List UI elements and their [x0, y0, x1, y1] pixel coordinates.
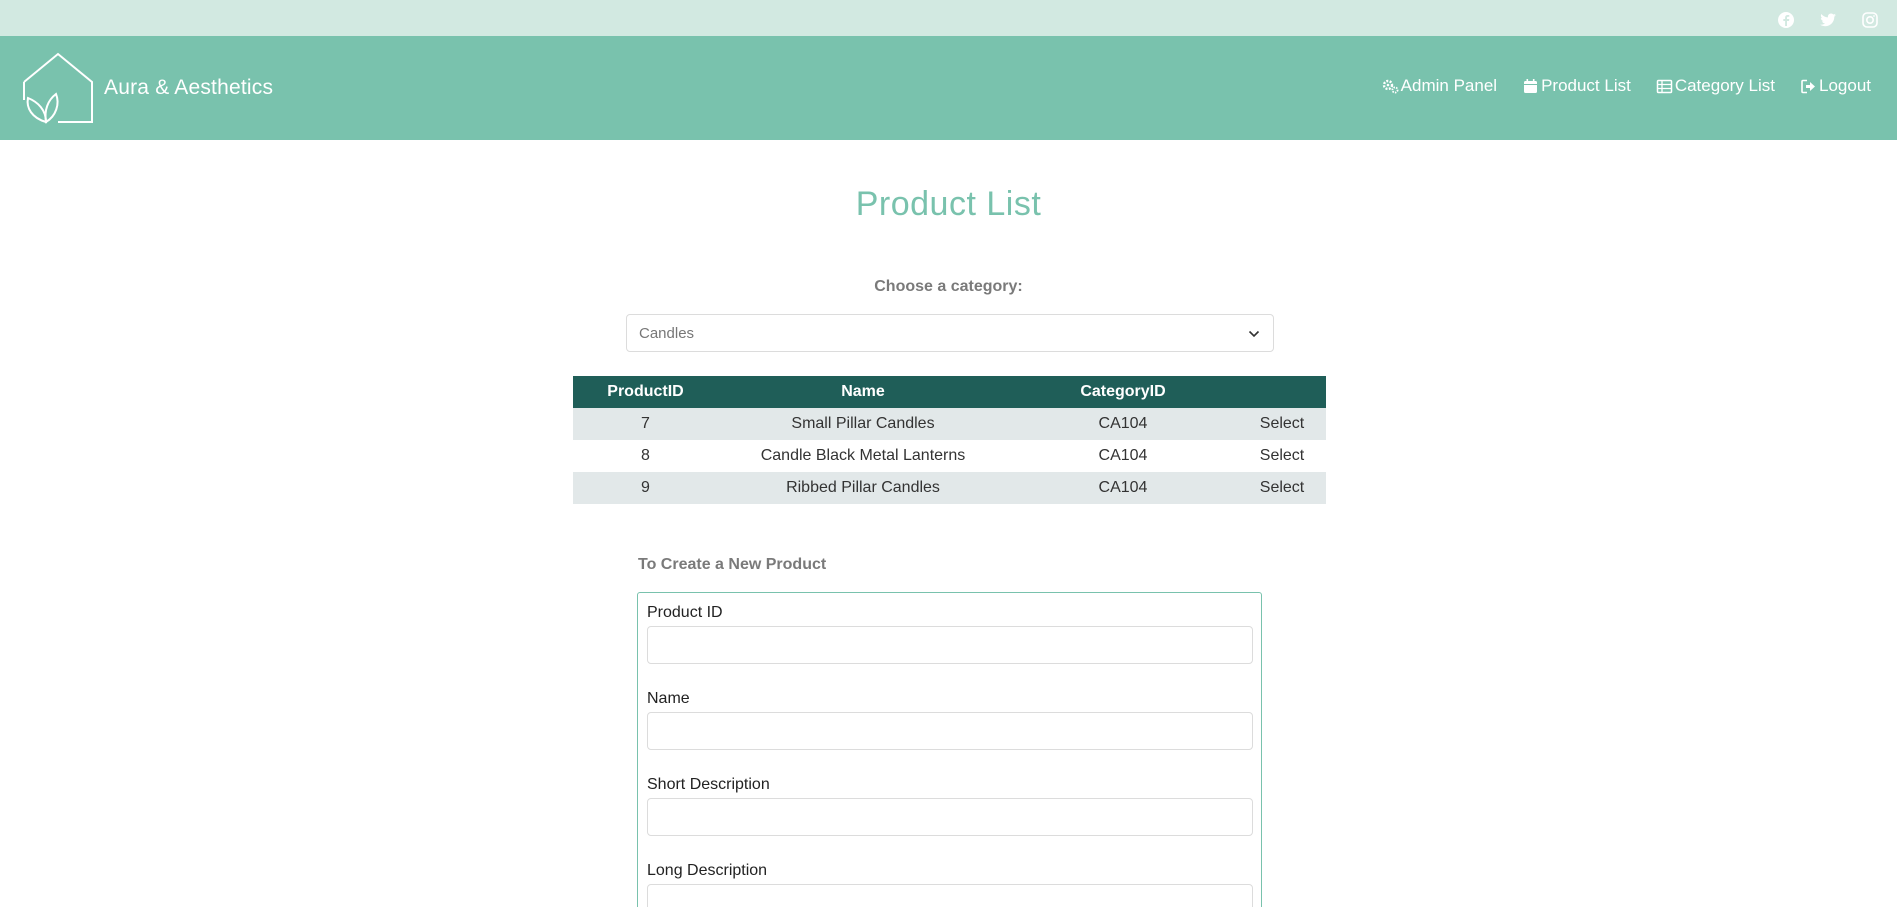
- cell-categoryid: CA104: [1008, 472, 1238, 504]
- house-leaf-logo: [23, 52, 93, 124]
- nav-admin-panel[interactable]: Admin Panel: [1382, 76, 1497, 96]
- product-table: ProductID Name CategoryID 7 Small Pillar…: [573, 376, 1326, 504]
- table-header-row: ProductID Name CategoryID: [573, 376, 1326, 408]
- table-row: 9 Ribbed Pillar Candles CA104 Select: [573, 472, 1326, 504]
- nav-label: Category List: [1674, 76, 1775, 95]
- category-select[interactable]: Candles: [626, 314, 1274, 352]
- calendar-icon: [1524, 78, 1538, 93]
- social-links: [1777, 11, 1879, 29]
- cell-productid: 7: [573, 408, 718, 440]
- cell-productid: 8: [573, 440, 718, 472]
- brand[interactable]: Aura & Aesthetics: [22, 52, 273, 124]
- product-id-input[interactable]: [647, 626, 1253, 664]
- main-nav: Admin Panel Product List Category List L…: [1382, 76, 1871, 96]
- cell-categoryid: CA104: [1008, 408, 1238, 440]
- page-title: Product List: [855, 185, 1042, 223]
- select-link[interactable]: Select: [1238, 472, 1326, 504]
- name-label: Name: [647, 690, 690, 707]
- short-description-input[interactable]: [647, 798, 1253, 836]
- short-description-label: Short Description: [647, 776, 770, 793]
- cell-name: Candle Black Metal Lanterns: [718, 440, 1008, 472]
- long-description-input[interactable]: [647, 884, 1253, 907]
- column-header-action: [1238, 376, 1326, 408]
- cell-name: Ribbed Pillar Candles: [718, 472, 1008, 504]
- cell-categoryid: CA104: [1008, 440, 1238, 472]
- top-social-bar: [0, 0, 1897, 36]
- name-input[interactable]: [647, 712, 1253, 750]
- nav-product-list[interactable]: Product List: [1522, 76, 1631, 96]
- cell-name: Small Pillar Candles: [718, 408, 1008, 440]
- long-description-label: Long Description: [647, 862, 768, 879]
- logout-icon: [1801, 79, 1815, 93]
- select-link[interactable]: Select: [1238, 440, 1326, 472]
- select-link[interactable]: Select: [1238, 408, 1326, 440]
- main-navbar: Aura & Aesthetics Admin Panel Product Li…: [0, 36, 1897, 140]
- nav-category-list[interactable]: Category List: [1656, 76, 1775, 96]
- gears-icon: [1382, 79, 1399, 93]
- facebook-icon[interactable]: [1777, 11, 1795, 29]
- choose-category-label: Choose a category:: [874, 278, 1023, 295]
- twitter-icon[interactable]: [1819, 11, 1837, 29]
- create-product-form: Product ID Name Short Description Long D…: [637, 592, 1262, 907]
- nav-label: Product List: [1541, 76, 1631, 95]
- table-row: 7 Small Pillar Candles CA104 Select: [573, 408, 1326, 440]
- column-header-categoryid: CategoryID: [1008, 376, 1238, 408]
- column-header-productid: ProductID: [573, 376, 718, 408]
- column-header-name: Name: [718, 376, 1008, 408]
- brand-name: Aura & Aesthetics: [104, 76, 274, 99]
- table-row: 8 Candle Black Metal Lanterns CA104 Sele…: [573, 440, 1326, 472]
- instagram-icon[interactable]: [1861, 11, 1879, 29]
- chevron-down-icon: [1248, 330, 1260, 338]
- nav-label: Admin Panel: [1400, 76, 1498, 95]
- product-id-label: Product ID: [647, 604, 723, 621]
- category-select-value: Candles: [639, 325, 695, 342]
- cell-productid: 9: [573, 472, 718, 504]
- table-icon: [1656, 79, 1673, 93]
- nav-logout[interactable]: Logout: [1800, 76, 1871, 96]
- nav-label: Logout: [1819, 76, 1871, 95]
- create-product-heading: To Create a New Product: [638, 556, 827, 573]
